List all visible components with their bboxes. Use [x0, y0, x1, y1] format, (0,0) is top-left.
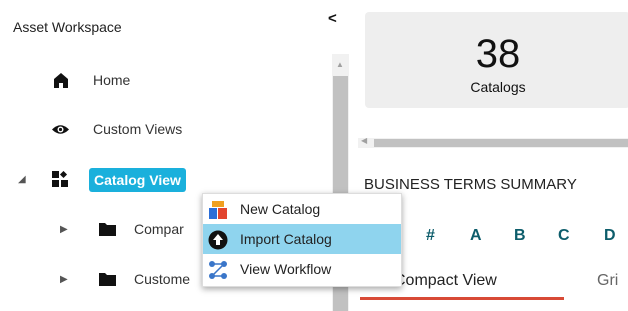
active-tab-indicator — [360, 297, 564, 300]
alpha-filter-c[interactable]: C — [558, 227, 570, 245]
tree-item-custom-views[interactable]: Custom Views — [0, 118, 320, 142]
tree-label-home: Home — [93, 72, 131, 88]
menu-item-import-catalog[interactable]: Import Catalog — [203, 224, 401, 254]
tree-label-child: Compar — [134, 221, 184, 237]
menu-item-view-workflow[interactable]: View Workflow — [203, 254, 401, 284]
alpha-filter-a[interactable]: A — [470, 227, 482, 245]
eye-icon — [52, 125, 69, 134]
scroll-up-arrow-icon[interactable]: ▲ — [336, 60, 344, 69]
folder-icon — [99, 273, 116, 286]
scroll-left-arrow-icon[interactable]: ◀ — [361, 136, 367, 145]
tree-label-child: Custome — [134, 271, 191, 287]
upload-icon — [208, 230, 228, 250]
menu-item-new-catalog[interactable]: New Catalog — [203, 194, 401, 224]
menu-label-new-catalog: New Catalog — [240, 201, 321, 217]
expand-caret-icon[interactable]: ▶ — [60, 274, 68, 285]
scrollbar-thumb[interactable] — [374, 139, 628, 147]
tab-compact-view[interactable]: Compact View — [394, 272, 497, 290]
new-catalog-icon — [209, 201, 227, 219]
catalogs-count-value: 38 — [475, 32, 521, 76]
collapse-caret-icon[interactable]: ◢ — [18, 174, 26, 185]
alpha-filter-b[interactable]: B — [514, 227, 526, 245]
catalog-context-menu: New Catalog Import Catalog View Workflow — [202, 193, 402, 287]
menu-label-import-catalog: Import Catalog — [240, 231, 332, 247]
tree-item-home[interactable]: Home — [0, 69, 320, 93]
home-icon — [54, 73, 68, 88]
alpha-filter-hash[interactable]: # — [426, 227, 435, 245]
catalogs-count-card[interactable]: 38 Catalogs — [365, 12, 628, 108]
workflow-icon — [209, 261, 227, 279]
menu-label-view-workflow: View Workflow — [240, 261, 332, 277]
tab-grid-view[interactable]: Gri — [597, 272, 618, 290]
catalogs-count-label: Catalogs — [470, 79, 526, 95]
alpha-filter-d[interactable]: D — [604, 227, 616, 245]
tree-item-catalog-view[interactable]: ◢ Catalog View — [0, 168, 320, 192]
horizontal-scrollbar[interactable]: ◀ — [358, 136, 628, 148]
expand-caret-icon[interactable]: ▶ — [60, 224, 68, 235]
collapse-panel-button[interactable]: < — [328, 10, 337, 27]
workspace-title: Asset Workspace — [13, 19, 122, 35]
folder-icon — [99, 223, 116, 236]
grid-icon — [52, 171, 68, 187]
tree-label-catalog-view[interactable]: Catalog View — [89, 168, 186, 192]
business-terms-summary-title: BUSINESS TERMS SUMMARY — [364, 176, 577, 193]
tree-label-custom-views: Custom Views — [93, 121, 183, 137]
